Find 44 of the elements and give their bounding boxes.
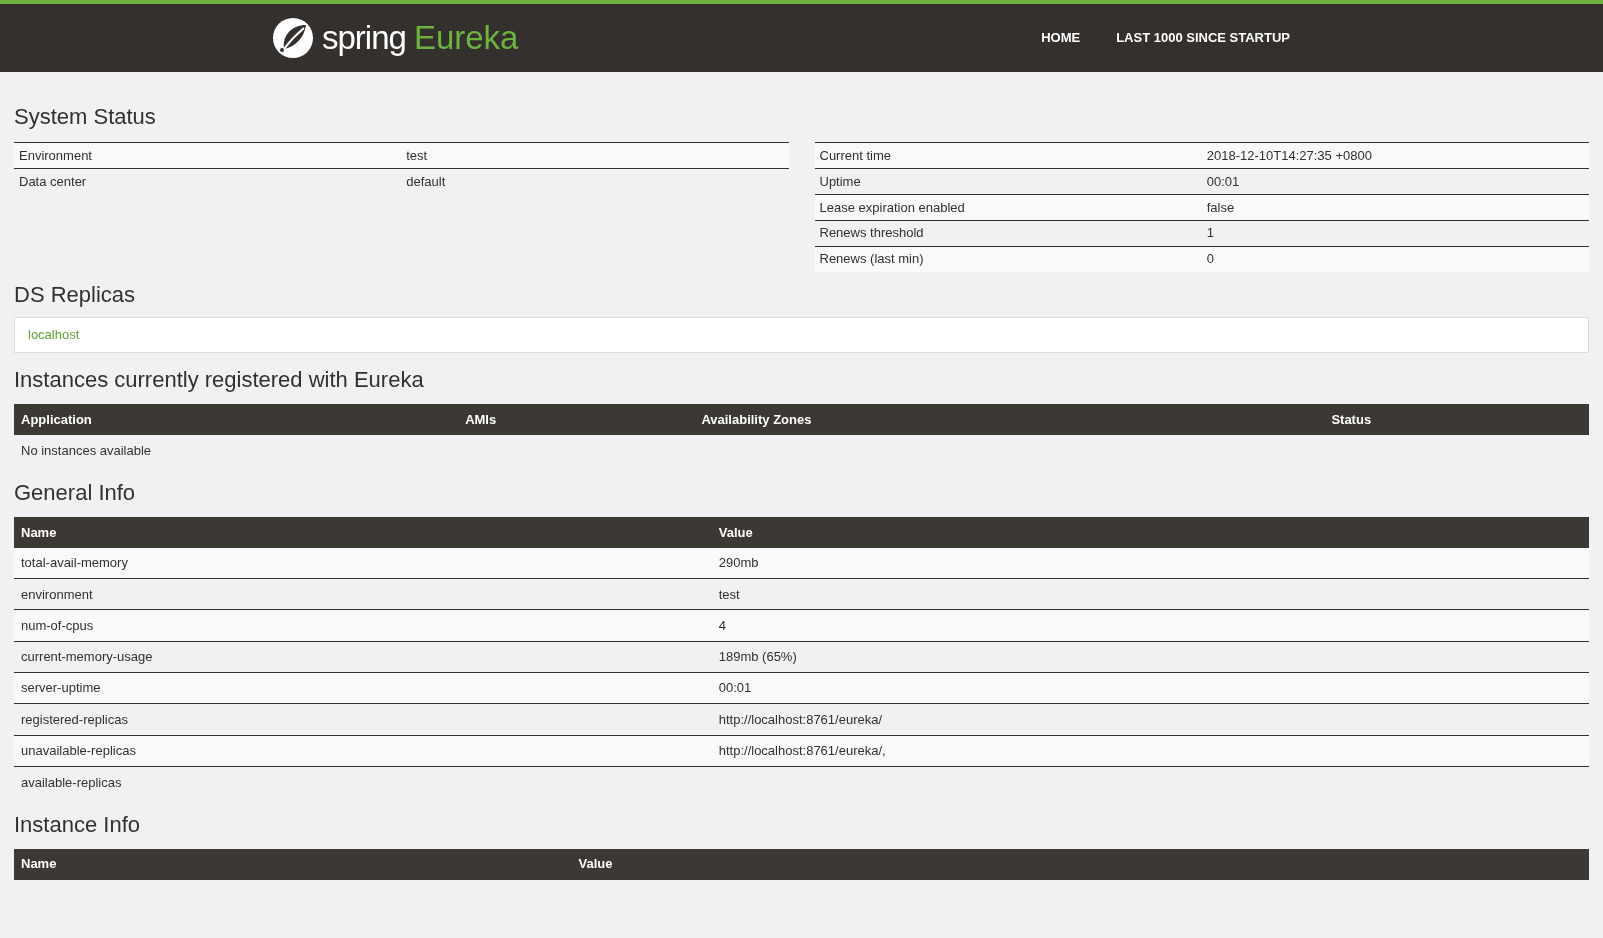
table-cell: Current time <box>814 142 1202 169</box>
table-cell-text: registered-replicas <box>21 710 128 729</box>
table-cell: default <box>401 168 789 195</box>
section-heading: General Info <box>14 480 137 507</box>
table-cell: Environment <box>14 142 402 169</box>
section-heading: System Status <box>14 104 157 131</box>
table-cell-text: 290mb <box>718 554 759 573</box>
column-header: Value <box>718 523 753 542</box>
table-cell-text: num-of-cpus <box>21 616 94 635</box>
table-cell-text: unavailable-replicas <box>21 742 136 761</box>
column-header: Status <box>1331 410 1372 429</box>
table-cell-text: current-memory-usage <box>21 648 153 667</box>
section-heading: DS Replicas <box>14 282 137 309</box>
product-name: Eureka <box>413 18 519 59</box>
table-cell-text: No instances available <box>20 442 153 461</box>
table-cell: Data center <box>14 168 402 195</box>
table-cell-text: http://localhost:8761/eureka/ <box>718 710 883 729</box>
brand-name: spring <box>322 18 406 59</box>
nav-link[interactable]: LAST 1000 SINCE STARTUP <box>1116 28 1290 48</box>
table-cell: 2018-12-10T14:27:35 +0800 <box>1201 142 1589 169</box>
table-cell-text: test <box>718 585 740 604</box>
table-cell-text: available-replicas <box>21 773 122 792</box>
table-cell-text: 4 <box>718 616 726 635</box>
column-header: Value <box>578 855 613 874</box>
table-cell-text: environment <box>21 585 93 604</box>
section-heading: Instances currently registered with Eureka <box>14 366 425 394</box>
column-header: Name <box>21 855 57 874</box>
nav-link[interactable]: HOME <box>1041 28 1081 48</box>
column-header: AMIs <box>465 410 497 429</box>
column-header: Application <box>21 410 92 429</box>
table-cell-text: total-avail-memory <box>21 554 128 573</box>
table-cell: false <box>1201 194 1589 221</box>
table-cell-text: 00:01 <box>718 679 752 698</box>
table-cell-text: 189mb (65%) <box>718 648 797 667</box>
table-cell: 0 <box>1201 246 1589 272</box>
column-header: Name <box>21 523 57 542</box>
table-cell-text: http://localhost:8761/eureka/, <box>718 742 886 761</box>
table-cell-text: server-uptime <box>21 679 101 698</box>
table-cell: Lease expiration enabled <box>814 194 1202 221</box>
table-cell: Renews (last min) <box>814 246 1202 272</box>
leaf-logo-icon <box>272 17 314 59</box>
table-cell: test <box>401 142 789 169</box>
section-heading: Instance Info <box>14 812 141 839</box>
column-header: Availability Zones <box>701 410 812 429</box>
